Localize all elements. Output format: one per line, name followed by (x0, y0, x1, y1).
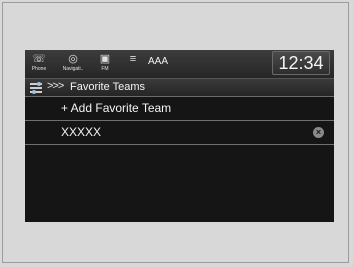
phone-button[interactable]: ☏ Phone (28, 52, 50, 76)
siriusxm-button[interactable]: ≡ (122, 52, 144, 76)
add-favorite-team-label: + Add Favorite Team (61, 101, 172, 115)
radio-icon: ▣ (99, 53, 111, 65)
favorite-team-item[interactable]: XXXXX × (25, 121, 334, 145)
infotainment-screen: ☏ Phone ◎ Navigati.. ▣ FM ≡ AAA 12:34 >>… (25, 50, 334, 222)
fm-button[interactable]: ▣ FM (95, 52, 115, 76)
menu-button[interactable] (28, 81, 44, 94)
navigation-button[interactable]: ◎ Navigati.. (58, 52, 88, 76)
top-bar: ☏ Phone ◎ Navigati.. ▣ FM ≡ AAA 12:34 (25, 50, 334, 79)
title-bar: >>> Favorite Teams (25, 79, 334, 97)
back-arrows-icon[interactable]: >>> (47, 80, 64, 92)
phone-label: Phone (31, 66, 47, 72)
navigation-label: Navigati.. (62, 66, 84, 72)
menu-knob (32, 90, 36, 94)
fm-label: FM (101, 66, 109, 72)
menu-line (30, 87, 42, 89)
phone-icon: ☏ (32, 53, 46, 65)
siriusxm-icon: ≡ (129, 53, 137, 65)
menu-knob (37, 82, 41, 86)
favorite-team-label: XXXXX (61, 125, 102, 139)
figure-frame: ☏ Phone ◎ Navigati.. ▣ FM ≡ AAA 12:34 >>… (2, 2, 349, 263)
delete-icon[interactable]: × (313, 127, 324, 138)
add-favorite-team-item[interactable]: + Add Favorite Team (25, 97, 334, 121)
clock-display[interactable]: 12:34 (272, 51, 330, 75)
source-label: AAA (148, 56, 169, 67)
navigation-icon: ◎ (68, 53, 78, 65)
page-title: Favorite Teams (70, 81, 145, 93)
